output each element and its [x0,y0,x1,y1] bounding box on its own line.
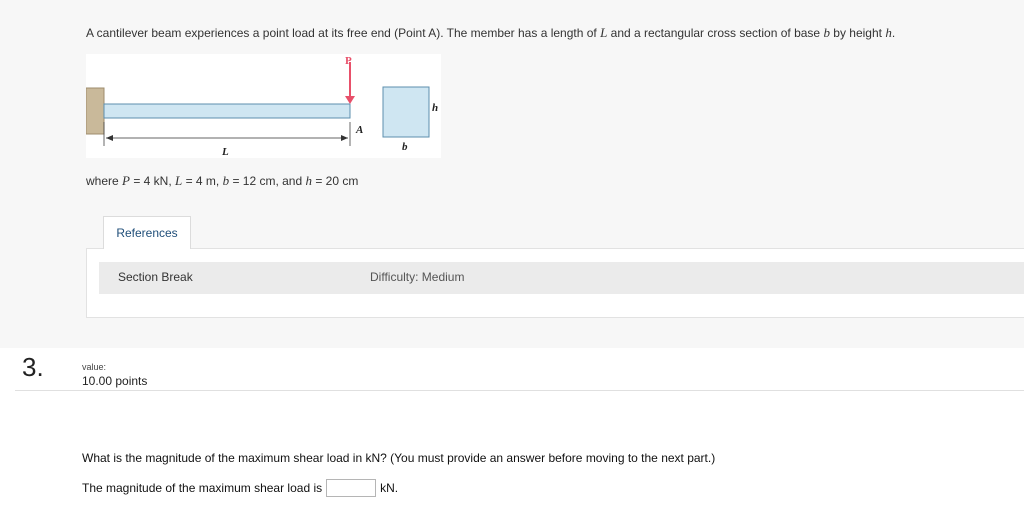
answer-prefix: The magnitude of the maximum shear load … [82,481,323,495]
shear-load-answer-input[interactable] [326,479,377,497]
load-arrow-head [345,96,355,104]
difficulty-label: Difficulty: Medium [370,270,465,284]
metadata-bar [99,262,1024,294]
value-points: 10.00 points [82,374,148,388]
beam-figure: P L A h b [85,54,441,158]
section-break-label: Section Break [118,270,193,284]
length-label: L [221,146,229,158]
height-label: h [432,102,438,114]
load-label: P [345,55,352,67]
wall-support [85,87,105,135]
dim-arrow-left [106,135,113,141]
point-a-label: A [355,124,363,136]
references-tab[interactable]: References [103,216,191,249]
base-label: b [402,141,408,153]
beam [103,103,351,119]
value-label: value: [82,362,107,372]
question-divider [15,390,1024,391]
given-values: where P = 4 kN, L = 4 m, b = 12 cm, and … [86,173,359,188]
cantilever-diagram: P L A h b [85,55,438,158]
references-tab-label: References [116,226,178,240]
answer-row: The magnitude of the maximum shear load … [82,479,398,497]
cross-section [382,86,430,138]
problem-statement: A cantilever beam experiences a point lo… [86,25,896,40]
question-prompt: What is the magnitude of the maximum she… [82,451,716,465]
dim-arrow-right [341,135,348,141]
question-number: 3. [22,352,44,382]
answer-unit: kN. [380,481,399,495]
